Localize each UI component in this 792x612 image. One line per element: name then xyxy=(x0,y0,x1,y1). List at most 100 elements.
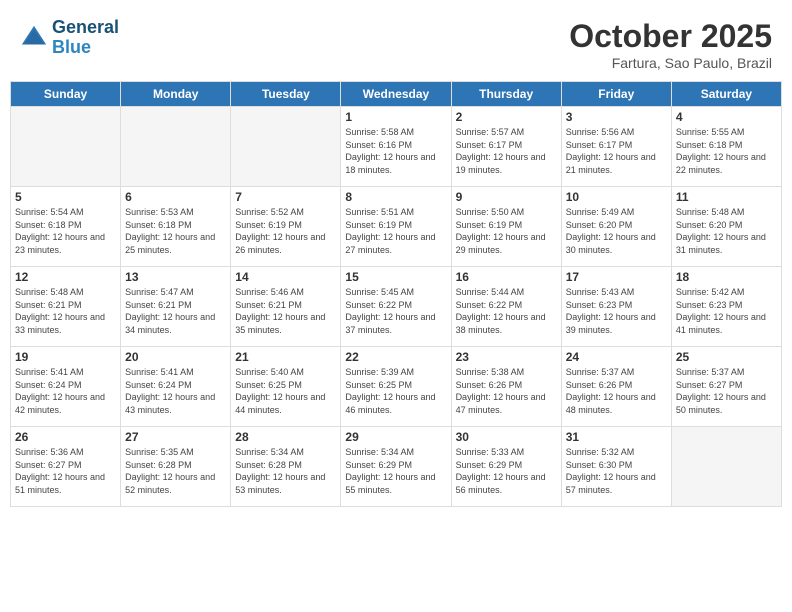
day-number: 31 xyxy=(566,430,667,444)
calendar-cell: 22Sunrise: 5:39 AM Sunset: 6:25 PM Dayli… xyxy=(341,347,451,427)
day-info: Sunrise: 5:39 AM Sunset: 6:25 PM Dayligh… xyxy=(345,366,446,416)
calendar-week-row: 19 Sunrise: 5:41 AM Sunset: 6:24 PM Dayli… xyxy=(11,347,782,427)
day-number: 12 xyxy=(15,270,116,284)
calendar-cell: 28Sunrise: 5:34 AM Sunset: 6:28 PM Dayli… xyxy=(231,427,341,507)
day-info: Sunrise: 5:57 AM Sunset: 6:17 PM Dayligh… xyxy=(456,126,557,176)
day-number: 29 xyxy=(345,430,446,444)
day-info: Sunrise: 5:49 AM Sunset: 6:20 PM Dayligh… xyxy=(566,206,667,256)
day-info: Sunrise: 5:46 AM Sunset: 6:21 PM Dayligh… xyxy=(235,286,336,336)
day-number: 20 xyxy=(125,350,226,364)
calendar-cell xyxy=(671,427,781,507)
day-info: Sunrise: 5:37 AM Sunset: 6:26 PM Dayligh… xyxy=(566,366,667,416)
day-number: 11 xyxy=(676,190,777,204)
calendar-cell: 7 Sunrise: 5:52 AM Sunset: 6:19 PM Daylig… xyxy=(231,187,341,267)
calendar-week-row: 12 Sunrise: 5:48 AM Sunset: 6:21 PM Dayli… xyxy=(11,267,782,347)
weekday-header: Monday xyxy=(121,82,231,107)
calendar-week-row: 1 Sunrise: 5:58 AM Sunset: 6:16 PM Daylig… xyxy=(11,107,782,187)
calendar-week-row: 26 Sunrise: 5:36 AM Sunset: 6:27 PM Dayli… xyxy=(11,427,782,507)
calendar-cell: 17Sunrise: 5:43 AM Sunset: 6:23 PM Dayli… xyxy=(561,267,671,347)
day-info: Sunrise: 5:34 AM Sunset: 6:29 PM Dayligh… xyxy=(345,446,446,496)
calendar-cell: 5 Sunrise: 5:54 AM Sunset: 6:18 PM Daylig… xyxy=(11,187,121,267)
day-info: Sunrise: 5:58 AM Sunset: 6:16 PM Dayligh… xyxy=(345,126,446,176)
day-number: 10 xyxy=(566,190,667,204)
day-number: 5 xyxy=(15,190,116,204)
day-info: Sunrise: 5:51 AM Sunset: 6:19 PM Dayligh… xyxy=(345,206,446,256)
day-number: 28 xyxy=(235,430,336,444)
logo: General Blue xyxy=(20,18,119,58)
day-number: 26 xyxy=(15,430,116,444)
calendar-cell: 25Sunrise: 5:37 AM Sunset: 6:27 PM Dayli… xyxy=(671,347,781,427)
day-number: 21 xyxy=(235,350,336,364)
day-number: 30 xyxy=(456,430,557,444)
calendar-cell xyxy=(11,107,121,187)
calendar-cell: 30 Sunrise: 5:33 AM Sunset: 6:29 PM Dayli… xyxy=(451,427,561,507)
calendar-cell: 19 Sunrise: 5:41 AM Sunset: 6:24 PM Dayli… xyxy=(11,347,121,427)
day-info: Sunrise: 5:42 AM Sunset: 6:23 PM Dayligh… xyxy=(676,286,777,336)
day-info: Sunrise: 5:55 AM Sunset: 6:18 PM Dayligh… xyxy=(676,126,777,176)
calendar-cell: 6 Sunrise: 5:53 AM Sunset: 6:18 PM Daylig… xyxy=(121,187,231,267)
day-info: Sunrise: 5:56 AM Sunset: 6:17 PM Dayligh… xyxy=(566,126,667,176)
calendar-cell: 9 Sunrise: 5:50 AM Sunset: 6:19 PM Daylig… xyxy=(451,187,561,267)
calendar-cell: 14 Sunrise: 5:46 AM Sunset: 6:21 PM Dayli… xyxy=(231,267,341,347)
day-number: 1 xyxy=(345,110,446,124)
day-info: Sunrise: 5:48 AM Sunset: 6:20 PM Dayligh… xyxy=(676,206,777,256)
day-number: 24 xyxy=(566,350,667,364)
calendar-cell: 23Sunrise: 5:38 AM Sunset: 6:26 PM Dayli… xyxy=(451,347,561,427)
day-number: 27 xyxy=(125,430,226,444)
logo-line2: Blue xyxy=(52,38,119,58)
logo-line1: General xyxy=(52,18,119,38)
logo-text: General Blue xyxy=(52,18,119,58)
calendar-cell xyxy=(121,107,231,187)
day-info: Sunrise: 5:36 AM Sunset: 6:27 PM Dayligh… xyxy=(15,446,116,496)
calendar-cell: 3Sunrise: 5:56 AM Sunset: 6:17 PM Daylig… xyxy=(561,107,671,187)
weekday-header: Saturday xyxy=(671,82,781,107)
day-info: Sunrise: 5:47 AM Sunset: 6:21 PM Dayligh… xyxy=(125,286,226,336)
day-number: 7 xyxy=(235,190,336,204)
day-info: Sunrise: 5:41 AM Sunset: 6:24 PM Dayligh… xyxy=(15,366,116,416)
month-title: October 2025 xyxy=(569,18,772,55)
day-info: Sunrise: 5:44 AM Sunset: 6:22 PM Dayligh… xyxy=(456,286,557,336)
location: Fartura, Sao Paulo, Brazil xyxy=(569,55,772,71)
day-number: 9 xyxy=(456,190,557,204)
calendar-cell: 16Sunrise: 5:44 AM Sunset: 6:22 PM Dayli… xyxy=(451,267,561,347)
weekday-header-row: SundayMondayTuesdayWednesdayThursdayFrid… xyxy=(11,82,782,107)
calendar-cell: 4 Sunrise: 5:55 AM Sunset: 6:18 PM Daylig… xyxy=(671,107,781,187)
page-header: General Blue October 2025 Fartura, Sao P… xyxy=(10,10,782,75)
day-info: Sunrise: 5:40 AM Sunset: 6:25 PM Dayligh… xyxy=(235,366,336,416)
calendar-cell: 8 Sunrise: 5:51 AM Sunset: 6:19 PM Daylig… xyxy=(341,187,451,267)
day-info: Sunrise: 5:50 AM Sunset: 6:19 PM Dayligh… xyxy=(456,206,557,256)
calendar-cell: 1 Sunrise: 5:58 AM Sunset: 6:16 PM Daylig… xyxy=(341,107,451,187)
day-number: 14 xyxy=(235,270,336,284)
day-info: Sunrise: 5:48 AM Sunset: 6:21 PM Dayligh… xyxy=(15,286,116,336)
calendar-cell: 29 Sunrise: 5:34 AM Sunset: 6:29 PM Dayli… xyxy=(341,427,451,507)
day-info: Sunrise: 5:33 AM Sunset: 6:29 PM Dayligh… xyxy=(456,446,557,496)
calendar-cell: 2 Sunrise: 5:57 AM Sunset: 6:17 PM Daylig… xyxy=(451,107,561,187)
calendar-cell: 12 Sunrise: 5:48 AM Sunset: 6:21 PM Dayli… xyxy=(11,267,121,347)
calendar-cell: 31 Sunrise: 5:32 AM Sunset: 6:30 PM Dayli… xyxy=(561,427,671,507)
calendar-cell: 20 Sunrise: 5:41 AM Sunset: 6:24 PM Dayli… xyxy=(121,347,231,427)
calendar-week-row: 5 Sunrise: 5:54 AM Sunset: 6:18 PM Daylig… xyxy=(11,187,782,267)
day-number: 18 xyxy=(676,270,777,284)
day-number: 8 xyxy=(345,190,446,204)
day-number: 4 xyxy=(676,110,777,124)
calendar-cell: 27Sunrise: 5:35 AM Sunset: 6:28 PM Dayli… xyxy=(121,427,231,507)
calendar-cell: 11 Sunrise: 5:48 AM Sunset: 6:20 PM Dayli… xyxy=(671,187,781,267)
day-info: Sunrise: 5:32 AM Sunset: 6:30 PM Dayligh… xyxy=(566,446,667,496)
calendar-cell: 24 Sunrise: 5:37 AM Sunset: 6:26 PM Dayli… xyxy=(561,347,671,427)
weekday-header: Tuesday xyxy=(231,82,341,107)
day-info: Sunrise: 5:53 AM Sunset: 6:18 PM Dayligh… xyxy=(125,206,226,256)
day-number: 6 xyxy=(125,190,226,204)
day-number: 2 xyxy=(456,110,557,124)
weekday-header: Sunday xyxy=(11,82,121,107)
day-info: Sunrise: 5:45 AM Sunset: 6:22 PM Dayligh… xyxy=(345,286,446,336)
calendar-cell: 15Sunrise: 5:45 AM Sunset: 6:22 PM Dayli… xyxy=(341,267,451,347)
day-info: Sunrise: 5:38 AM Sunset: 6:26 PM Dayligh… xyxy=(456,366,557,416)
calendar-cell: 26 Sunrise: 5:36 AM Sunset: 6:27 PM Dayli… xyxy=(11,427,121,507)
day-number: 19 xyxy=(15,350,116,364)
day-info: Sunrise: 5:41 AM Sunset: 6:24 PM Dayligh… xyxy=(125,366,226,416)
calendar: SundayMondayTuesdayWednesdayThursdayFrid… xyxy=(10,81,782,507)
day-info: Sunrise: 5:43 AM Sunset: 6:23 PM Dayligh… xyxy=(566,286,667,336)
day-info: Sunrise: 5:54 AM Sunset: 6:18 PM Dayligh… xyxy=(15,206,116,256)
day-info: Sunrise: 5:52 AM Sunset: 6:19 PM Dayligh… xyxy=(235,206,336,256)
calendar-cell xyxy=(231,107,341,187)
